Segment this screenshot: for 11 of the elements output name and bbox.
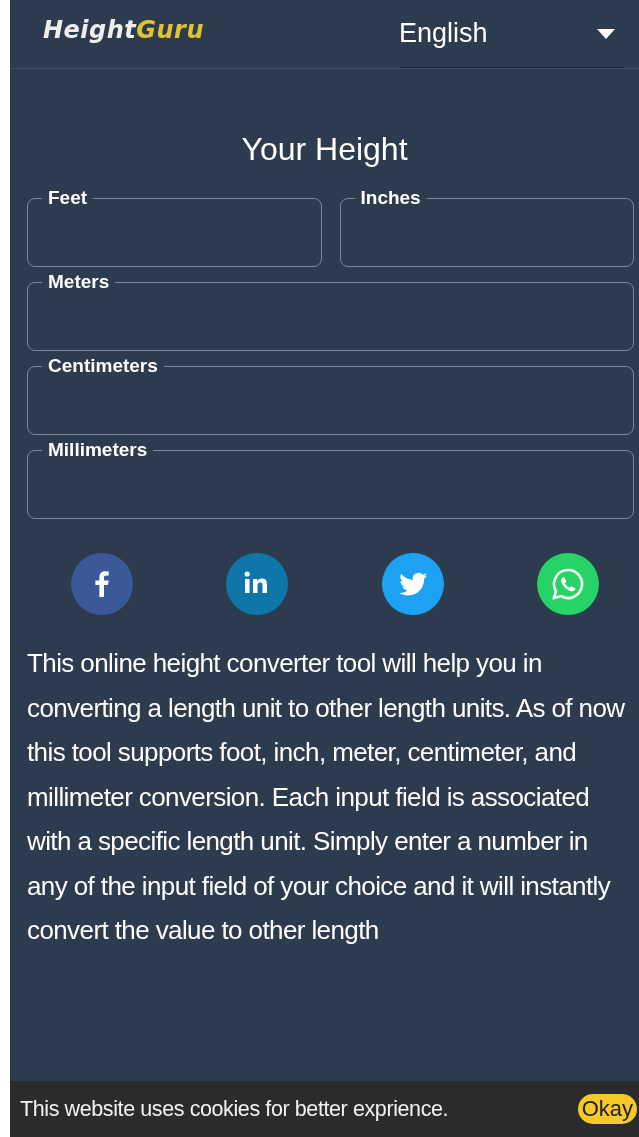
site-logo[interactable]: HeightGuru: [43, 16, 205, 44]
cookie-message: This website uses cookies for better exprience.: [20, 1096, 449, 1122]
caret-icon: [597, 28, 615, 39]
okay-button[interactable]: Okay: [577, 1094, 637, 1124]
chat-phone-icon[interactable]: [537, 553, 599, 615]
bird-icon[interactable]: [381, 553, 444, 615]
facebook-icon[interactable]: [71, 553, 133, 615]
description-text: This online height converter tool will help you in converting a length unit to other length units. As of now this tool supports foot, inch, meter, centimeter, and millimeter conversion. Each input field is associated with a specific length unit. Simply enter a number in any of the input field of your choice and it will instantly convert the value to other length: [26, 647, 626, 947]
linkedin-icon[interactable]: [226, 553, 289, 615]
language-dropdown[interactable]: English: [399, 0, 625, 68]
page-title: Your Height: [240, 130, 409, 169]
